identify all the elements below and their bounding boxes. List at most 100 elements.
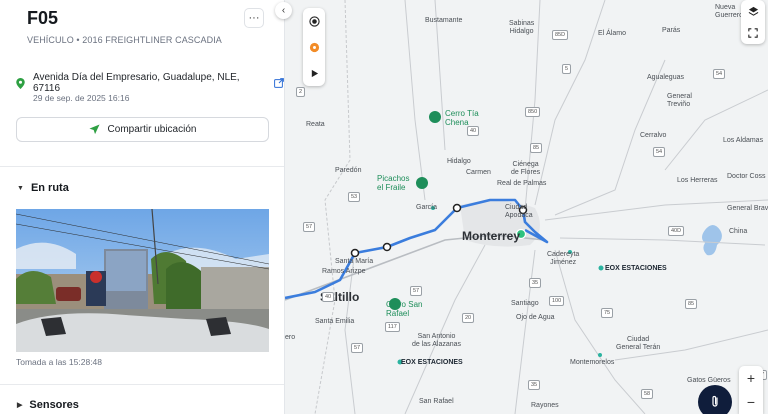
map-label-ciudad-apodaca: Ciudad Apodaca bbox=[505, 204, 533, 220]
highway-shield: 85D bbox=[552, 30, 569, 40]
target-icon[interactable] bbox=[308, 16, 320, 27]
map-label-reata: Reata bbox=[306, 121, 325, 128]
collapse-panel-button[interactable]: ‹ bbox=[275, 2, 292, 19]
map-label-monterrey: Monterrey bbox=[462, 229, 521, 243]
chevron-left-icon: ‹ bbox=[281, 5, 286, 16]
more-options-button[interactable]: ··· bbox=[244, 8, 264, 28]
sensores-label: Sensores bbox=[29, 399, 79, 411]
highway-shield: 40 bbox=[322, 292, 335, 302]
map-label-doctor-coss: Doctor Coss bbox=[727, 173, 766, 180]
map-label-el-alamo: El Álamo bbox=[598, 30, 627, 37]
photo-caption: Tomada a las 15:28:48 bbox=[16, 357, 103, 367]
map-label-carmen: Carmen bbox=[466, 169, 491, 176]
divider bbox=[0, 166, 284, 167]
map-label-ciudad-general-teran: Ciudad General Terán bbox=[616, 336, 661, 352]
fullscreen-icon[interactable] bbox=[748, 28, 758, 38]
paperclip-icon bbox=[712, 395, 718, 407]
map-label-agualeguas: Agualeguas bbox=[647, 74, 684, 81]
highway-shield: 54 bbox=[713, 69, 726, 79]
map-label-gatos-gueros: Gatos Güeros bbox=[687, 377, 731, 384]
map-label-cerro-tia-chena: Cerro Tía Chena bbox=[445, 109, 479, 128]
map-label-bustamante: Bustamante bbox=[425, 17, 463, 24]
map-label-santa-maria: Santa María bbox=[335, 258, 374, 265]
map-label-picachos-el-fraile: Picachos el Fraile bbox=[377, 174, 410, 193]
map-label-arteaga-partial: ero bbox=[285, 334, 296, 341]
map-label-real-de-palmas: Real de Palmas bbox=[497, 180, 547, 187]
highway-shield: 85 bbox=[530, 143, 543, 153]
highway-shield: 35 bbox=[528, 380, 541, 390]
map-label-montemorelos: Montemorelos bbox=[570, 359, 615, 366]
highway-shield: 40D bbox=[668, 226, 685, 236]
highway-shield: 35 bbox=[529, 278, 542, 288]
navigation-arrow-icon bbox=[88, 124, 100, 135]
attachment-fab[interactable] bbox=[698, 385, 732, 414]
caret-down-icon: ▼ bbox=[17, 184, 24, 192]
map-label-cerro-san-rafael: Cerro San Rafael bbox=[386, 300, 423, 319]
highway-shield: 20 bbox=[462, 313, 475, 323]
highway-shield: 57 bbox=[303, 222, 316, 232]
lake bbox=[702, 225, 722, 256]
map-label-paredon: Paredón bbox=[335, 167, 362, 174]
poi-orange-icon[interactable] bbox=[309, 42, 320, 53]
map-label-sabinas-hidalgo: Sabinas Hidalgo bbox=[509, 20, 535, 36]
map-toolbar bbox=[303, 8, 325, 86]
map-top-controls bbox=[741, 0, 765, 44]
en-ruta-section-toggle[interactable]: ▼ En ruta bbox=[17, 182, 69, 194]
highway-shield: 117 bbox=[385, 322, 400, 332]
highway-shield: 5 bbox=[562, 64, 572, 74]
map-label-cienega-de-flores: Ciénega de Flores bbox=[511, 161, 541, 177]
highway-shield: 75 bbox=[601, 308, 614, 318]
map-label-eox-estaciones-1[interactable]: EOX ESTACIONES bbox=[605, 265, 667, 273]
play-icon[interactable] bbox=[310, 69, 319, 78]
map-view[interactable]: Bustamante Sabinas Hidalgo Parás El Álam… bbox=[285, 0, 768, 414]
map-label-rayones: Rayones bbox=[531, 402, 559, 409]
vehicle-name: F05 bbox=[27, 8, 59, 28]
street-view-photo[interactable] bbox=[16, 209, 269, 352]
external-link-icon[interactable] bbox=[274, 78, 284, 88]
map-label-san-rafael: San Rafael bbox=[419, 398, 454, 405]
share-location-label: Compartir ubicación bbox=[107, 124, 197, 135]
vehicle-subtitle: VEHÍCULO • 2016 FREIGHTLINER CASCADIA bbox=[27, 35, 222, 45]
map-label-ramos-arizpe: Ramos Arizpe bbox=[322, 268, 366, 275]
highway-shield: 57 bbox=[351, 343, 364, 353]
address-row: Avenida Día del Empresario, Guadalupe, N… bbox=[16, 72, 284, 94]
zoom-controls: + − bbox=[739, 366, 763, 414]
highway-shield: 53 bbox=[348, 192, 361, 202]
highway-shield: 850 bbox=[525, 107, 541, 117]
map-label-ojo-de-agua: Ojo de Agua bbox=[516, 314, 555, 321]
map-label-general-bravo: General Bravo bbox=[727, 205, 768, 212]
vehicle-details-panel: F05 VEHÍCULO • 2016 FREIGHTLINER CASCADI… bbox=[0, 0, 285, 414]
map-label-san-antonio: San Antonio de las Alazanas bbox=[412, 333, 462, 349]
map-label-hidalgo: Hidalgo bbox=[447, 158, 471, 165]
map-label-nueva-guerrero: Nueva Guerrero bbox=[715, 4, 744, 20]
zoom-out-button[interactable]: − bbox=[747, 394, 755, 410]
zoom-in-button[interactable]: + bbox=[747, 370, 755, 386]
map-label-paras: Parás bbox=[662, 27, 681, 34]
street-view-image bbox=[16, 209, 269, 352]
map-label-cerralvo: Cerralvo bbox=[640, 132, 667, 139]
location-pin-icon bbox=[16, 77, 25, 89]
map-label-china: China bbox=[729, 228, 748, 235]
caret-right-icon: ▶ bbox=[17, 402, 23, 409]
map-label-garcia: García bbox=[416, 204, 438, 211]
highway-shield: 85 bbox=[685, 299, 698, 309]
map-label-cadereyta-jimenez: Cadereyta Jiménez bbox=[547, 251, 580, 267]
share-location-button[interactable]: Compartir ubicación bbox=[16, 117, 269, 142]
divider bbox=[0, 384, 284, 385]
map-label-los-aldamas: Los Aldamas bbox=[723, 137, 764, 144]
highway-shield: 57 bbox=[410, 286, 423, 296]
map-label-santa-emilia: Santa Emilia bbox=[315, 318, 355, 325]
highway-shield: 40 bbox=[467, 126, 480, 136]
highway-shield: 58 bbox=[641, 389, 654, 399]
map-label-general-trevino: General Treviño bbox=[667, 93, 692, 109]
en-ruta-label: En ruta bbox=[30, 182, 69, 194]
sensores-section-toggle[interactable]: ▶ Sensores bbox=[17, 399, 79, 411]
map-label-santiago: Santiago bbox=[511, 300, 539, 307]
highway-shield: 2 bbox=[296, 87, 306, 97]
more-icon: ··· bbox=[248, 11, 260, 24]
map-label-los-herreras: Los Herreras bbox=[677, 177, 718, 184]
highway-shield: 54 bbox=[653, 147, 666, 157]
location-timestamp: 29 de sep. de 2025 16:16 bbox=[33, 93, 130, 103]
map-label-eox-estaciones-2[interactable]: EOX ESTACIONES bbox=[401, 359, 463, 367]
layers-icon[interactable] bbox=[748, 6, 759, 17]
